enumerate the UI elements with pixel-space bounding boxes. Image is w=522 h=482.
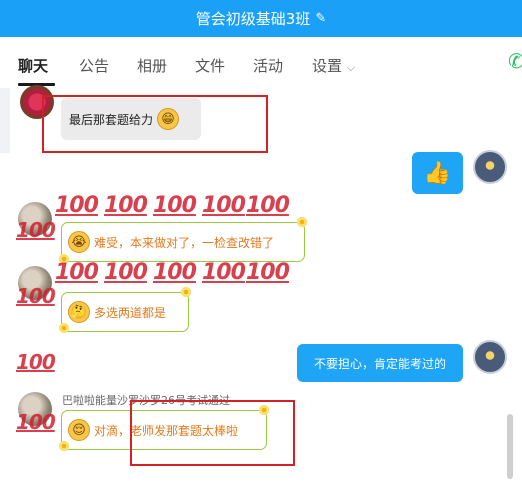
message-text: 不要担心，肯定能考过的: [313, 356, 446, 371]
hundred-decor: 100: [16, 350, 56, 374]
left-divider: [0, 88, 10, 153]
hundred-decor: 100: [202, 260, 246, 285]
phone-icon[interactable]: ✆: [508, 49, 522, 75]
message-bubble: 🤔 多选两道都是: [61, 292, 189, 332]
message-text: 多选两道都是: [94, 305, 167, 320]
flower-decor-icon: [296, 216, 308, 228]
crying-face-icon: 😭: [68, 231, 90, 253]
thumbs-up-icon: 👍: [423, 160, 452, 186]
flower-decor-icon: [180, 286, 192, 298]
message-bubble: 😭 难受，本来做对了，一检查改错了: [61, 222, 305, 262]
group-title: 管会初级基础3班: [195, 10, 311, 28]
window-title-bar: 管会初级基础3班 ✎: [0, 0, 522, 37]
hundred-decor: 100: [104, 193, 148, 218]
flower-decor-icon: [58, 322, 70, 334]
message-text: 难受，本来做对了，一检查改错了: [94, 235, 275, 250]
scrollbar[interactable]: [507, 414, 513, 479]
tab-activity[interactable]: 活动: [253, 55, 283, 76]
hundred-decor: 100: [153, 193, 197, 218]
avatar-self[interactable]: [473, 340, 507, 374]
thinking-face-icon: 🤔: [68, 301, 90, 323]
hundred-decor: 100: [246, 260, 290, 285]
tab-bar: 聊天 公告 相册 文件 活动 设置 ⌵ ✆: [0, 37, 522, 88]
highlight-box: [42, 95, 268, 153]
avatar-self[interactable]: [473, 150, 507, 184]
tab-album[interactable]: 相册: [137, 55, 167, 76]
tab-settings[interactable]: 设置 ⌵: [312, 55, 355, 76]
hundred-decor: 100: [16, 218, 56, 242]
hundred-decor: 100: [153, 260, 197, 285]
message-bubble-self: 不要担心，肯定能考过的: [297, 344, 463, 382]
hundred-decor: 100: [55, 193, 99, 218]
smile-face-icon: 😌: [68, 419, 90, 441]
chevron-down-icon: ⌵: [346, 61, 356, 74]
hundred-decor: 100: [246, 193, 290, 218]
tab-files[interactable]: 文件: [195, 55, 225, 76]
tab-notice[interactable]: 公告: [79, 55, 109, 76]
tab-chat[interactable]: 聊天: [18, 55, 48, 76]
hundred-decor: 100: [202, 193, 246, 218]
hundred-decor: 100: [55, 260, 99, 285]
message-bubble-self: 👍: [412, 152, 463, 194]
edit-icon[interactable]: ✎: [315, 11, 326, 26]
highlight-box: [130, 400, 295, 466]
hundred-decor: 100: [16, 284, 56, 308]
hundred-decor: 100: [16, 410, 56, 434]
tab-settings-label: 设置: [312, 57, 343, 75]
chat-area[interactable]: 最后那套题给力 😁 👍 100 100 100 100 100 100 😭 难受…: [0, 85, 522, 482]
hundred-decor: 100: [104, 260, 148, 285]
flower-decor-icon: [58, 440, 70, 452]
